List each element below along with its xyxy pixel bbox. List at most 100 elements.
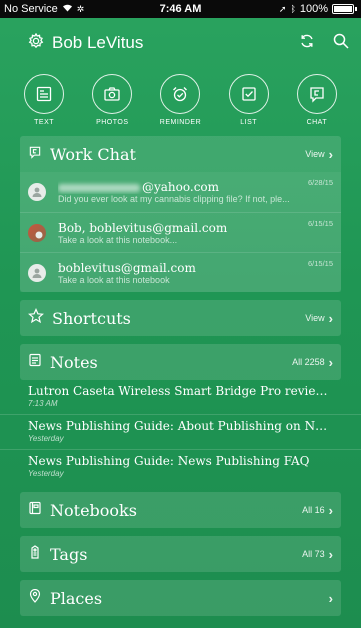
shortcuts-view-link[interactable]: View › (305, 311, 333, 326)
header: Bob LeVitus (0, 18, 361, 68)
alarm-clock-icon (160, 74, 201, 114)
user-name: Bob LeVitus (52, 33, 144, 52)
notes-title: Notes (50, 352, 98, 372)
chat-item[interactable]: Bob, boblevitus@gmail.com Take a look at… (20, 212, 341, 252)
chat-item[interactable]: @yahoo.com Did you ever look at my canna… (20, 172, 341, 212)
places-link[interactable]: › (329, 591, 333, 606)
note-title: News Publishing Guide: News Publishing F… (28, 454, 310, 468)
chat-item[interactable]: boblevitus@gmail.com Take a look at this… (20, 252, 341, 292)
action-label-photos: PHOTOS (96, 119, 129, 126)
chevron-right-icon: › (328, 590, 333, 606)
chat-name: boblevitus@gmail.com (58, 260, 196, 275)
notebooks-all-link[interactable]: All 16 › (302, 503, 333, 518)
work-chat-title: Work Chat (50, 144, 136, 164)
note-icon (28, 353, 42, 372)
battery-tip (355, 7, 357, 11)
shortcuts-title: Shortcuts (52, 308, 131, 328)
shortcuts-header: Shortcuts View › (20, 300, 341, 336)
action-label-chat: CHAT (306, 119, 328, 126)
text-note-icon (24, 74, 65, 114)
work-chat-card: Work Chat View › @yahoo.com Did you ever… (20, 136, 341, 292)
chat-bubble-icon (28, 145, 42, 164)
notebooks-header: Notebooks All 16 › (20, 492, 341, 528)
note-item[interactable]: Lutron Caseta Wireless Smart Bridge Pro … (0, 380, 361, 414)
account-button[interactable]: Bob LeVitus (28, 32, 144, 54)
new-text-note-button[interactable]: TEXT (14, 74, 74, 136)
carrier-label: No Service (4, 3, 58, 15)
notebooks-count-label: All 16 (302, 505, 325, 515)
gear-icon (28, 32, 44, 54)
chat-text: Bob, boblevitus@gmail.com Take a look at… (58, 221, 333, 245)
chat-text: @yahoo.com Did you ever look at my canna… (58, 180, 333, 204)
note-date: Yesterday (28, 469, 64, 478)
chevron-right-icon: › (328, 502, 333, 518)
tags-card[interactable]: Tags All 73 › (20, 536, 341, 572)
notes-card: Notes All 2258 › (20, 344, 341, 380)
work-chat-view-label: View (305, 149, 325, 159)
notebooks-title-group: Notebooks (28, 501, 137, 520)
sync-activity-icon: ✲ (76, 3, 85, 14)
camera-icon (92, 74, 133, 114)
chevron-right-icon: › (328, 310, 333, 326)
chat-date: 6/15/15 (307, 259, 333, 268)
note-title: Lutron Caseta Wireless Smart Bridge Pro … (28, 384, 333, 398)
notes-header[interactable]: Notes All 2258 › (20, 344, 341, 380)
notebooks-card[interactable]: Notebooks All 16 › (20, 492, 341, 528)
chat-date: 6/15/15 (307, 219, 333, 228)
action-label-reminder: REMINDER (159, 119, 202, 126)
tag-icon (28, 544, 42, 564)
notes-count-label: All 2258 (292, 357, 325, 367)
new-chat-button[interactable]: CHAT (287, 74, 347, 136)
location-arrow-icon: ➚ (278, 3, 287, 14)
action-label-text: TEXT (34, 119, 55, 126)
work-chat-title-group: Work Chat (28, 145, 136, 164)
bluetooth-icon: ᛒ (290, 4, 296, 14)
notes-all-link[interactable]: All 2258 › (292, 355, 333, 370)
chat-name: Bob, boblevitus@gmail.com (58, 220, 228, 235)
notes-title-group: Notes (28, 353, 98, 372)
shortcuts-card[interactable]: Shortcuts View › (20, 300, 341, 336)
chat-name: @yahoo.com (58, 180, 333, 194)
status-left: No Service ✲ (4, 3, 84, 15)
note-item[interactable]: News Publishing Guide: About Publishing … (0, 414, 361, 449)
chat-preview: Did you ever look at my cannabis clippin… (58, 194, 290, 204)
default-avatar-icon (28, 183, 46, 201)
note-date: Yesterday (28, 434, 64, 443)
chevron-right-icon: › (328, 546, 333, 562)
sync-icon[interactable] (299, 33, 315, 54)
star-icon (28, 307, 44, 329)
places-header: Places › (20, 580, 341, 616)
places-card[interactable]: Places › (20, 580, 341, 616)
chevron-right-icon: › (328, 354, 333, 370)
battery-percent: 100% (299, 3, 328, 15)
tags-title-group: Tags (28, 545, 87, 564)
notebook-icon (28, 501, 42, 520)
location-pin-icon (28, 588, 42, 608)
tags-title: Tags (50, 544, 88, 564)
evernote-home-screen: No Service ✲ 7:46 AM ➚ ᛒ 100% Bob LeVitu… (0, 0, 361, 628)
chat-list: @yahoo.com Did you ever look at my canna… (20, 172, 341, 292)
note-title: News Publishing Guide: About Publishing … (28, 419, 333, 433)
chat-icon (296, 74, 337, 114)
new-reminder-button[interactable]: REMINDER (150, 74, 210, 136)
header-actions (299, 33, 349, 54)
work-chat-header[interactable]: Work Chat View › (20, 136, 341, 172)
note-item[interactable]: News Publishing Guide: News Publishing F… (0, 449, 361, 484)
chat-text: boblevitus@gmail.com Take a look at this… (58, 261, 333, 285)
search-icon[interactable] (333, 33, 349, 54)
chevron-right-icon: › (328, 146, 333, 162)
places-title: Places (50, 588, 103, 608)
chat-name-text: @yahoo.com (142, 180, 220, 194)
tags-all-link[interactable]: All 73 › (302, 547, 333, 562)
new-list-button[interactable]: LIST (219, 74, 279, 136)
checkbox-icon (228, 74, 269, 114)
battery-icon (332, 4, 354, 14)
work-chat-view-link[interactable]: View › (305, 147, 333, 162)
places-title-group: Places (28, 588, 103, 608)
notebooks-title: Notebooks (50, 500, 137, 520)
note-date: 7:13 AM (28, 399, 58, 408)
new-photo-note-button[interactable]: PHOTOS (82, 74, 142, 136)
chat-preview: Take a look at this notebook... (58, 234, 178, 245)
quick-actions: TEXT PHOTOS REMINDER LIST CHAT (0, 68, 361, 136)
chat-date: 6/28/15 (307, 178, 333, 187)
